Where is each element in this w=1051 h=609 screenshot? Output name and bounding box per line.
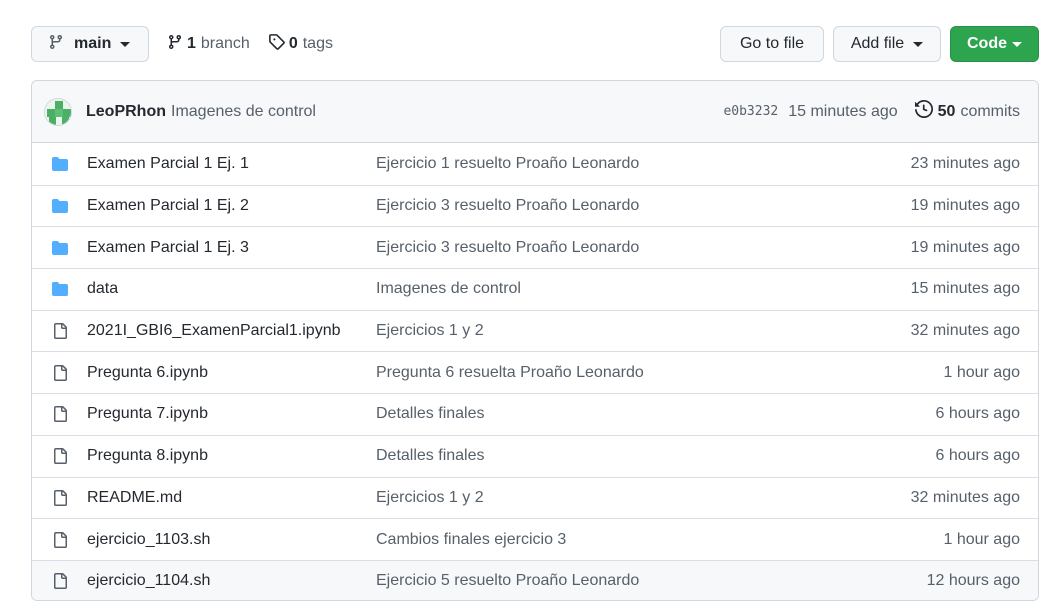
file-icon [50,405,70,423]
tags-link[interactable]: 0 tags [268,33,333,55]
file-row[interactable]: data Imagenes de control 15 minutes ago [32,268,1038,310]
file-row[interactable]: 2021I_GBI6_ExamenParcial1.ipynb Ejercicio… [32,309,1038,352]
file-icon [50,364,70,382]
file-commit-time: 19 minutes ago [910,197,1020,215]
file-row[interactable]: ejercicio_1103.sh Cambios finales ejercic… [32,518,1038,560]
repo-file-browser: main 1 branch 0 tags Go to file Add file… [0,0,1051,609]
commit-time: 15 minutes ago [788,102,898,120]
file-name-link[interactable]: Examen Parcial 1 Ej. 3 [87,239,376,257]
code-button[interactable]: Code [950,26,1039,62]
file-name-link[interactable]: Examen Parcial 1 Ej. 2 [87,197,376,215]
file-commit-message[interactable]: Pregunta 6 resuelta Proaño Leonardo [376,364,943,382]
file-commit-time: 32 minutes ago [910,322,1020,340]
chevron-down-icon [913,41,924,47]
file-name-link[interactable]: ejercicio_1103.sh [87,531,376,549]
commits-count: 50 [937,102,956,120]
file-name-link[interactable]: Examen Parcial 1 Ej. 1 [87,155,376,173]
file-icon [50,322,70,340]
latest-commit-bar: LeoPRhon Imagenes de control e0b3232 15 … [32,81,1038,143]
file-list-box: LeoPRhon Imagenes de control e0b3232 15 … [31,80,1039,601]
add-file-label: Add file [850,35,905,52]
tag-icon [268,33,285,55]
git-branch-icon [48,34,64,55]
history-icon [914,99,933,123]
file-row[interactable]: Pregunta 8.ipynb Detalles finales 6 hours … [32,434,1038,477]
repo-toolbar: main 1 branch 0 tags Go to file Add file… [31,26,1039,62]
file-row[interactable]: Examen Parcial 1 Ej. 2 Ejercicio 3 resuel… [32,184,1038,227]
file-commit-message[interactable]: Ejercicio 5 resuelto Proaño Leonardo [376,572,927,590]
go-to-file-button[interactable]: Go to file [720,26,824,62]
file-commit-time: 15 minutes ago [910,280,1020,298]
branch-select-button[interactable]: main [31,26,149,62]
avatar[interactable] [44,97,72,126]
file-commit-message[interactable]: Detalles finales [376,447,935,465]
file-commit-time: 1 hour ago [943,363,1020,381]
file-row[interactable]: Examen Parcial 1 Ej. 3 Ejercicio 3 resuel… [32,226,1038,268]
file-name-link[interactable]: Pregunta 6.ipynb [87,364,376,382]
branch-name: main [74,35,112,52]
file-icon [50,572,70,590]
code-label: Code [967,35,1007,52]
file-name-link[interactable]: Pregunta 7.ipynb [87,405,376,423]
folder-icon [50,198,70,214]
identicon-icon [45,98,71,125]
file-row[interactable]: Pregunta 6.ipynb Pregunta 6 resuelta Proa… [32,351,1038,393]
file-commit-time: 12 hours ago [926,572,1020,590]
file-row[interactable]: Pregunta 7.ipynb Detalles finales 6 hours … [32,393,1038,435]
commit-message[interactable]: Imagenes de control [171,103,316,121]
folder-icon [50,156,70,172]
branches-count: 1 [187,35,196,52]
file-icon [50,489,70,507]
chevron-down-icon [1012,41,1022,47]
file-commit-message[interactable]: Ejercicio 1 resuelto Proaño Leonardo [376,155,911,173]
commit-author[interactable]: LeoPRhon [86,103,166,121]
branches-label: branch [200,35,250,52]
git-branch-icon [167,34,183,55]
chevron-down-icon [120,41,131,47]
file-commit-time: 23 minutes ago [910,154,1020,172]
file-name-link[interactable]: data [87,280,376,298]
file-name-link[interactable]: ejercicio_1104.sh [87,572,376,590]
file-row[interactable]: Examen Parcial 1 Ej. 1 Ejercicio 1 resuel… [32,143,1038,185]
file-rows: Examen Parcial 1 Ej. 1 Ejercicio 1 resuel… [32,143,1038,600]
tags-count: 0 [288,35,298,52]
commit-sha[interactable]: e0b3232 [723,104,778,119]
file-name-link[interactable]: Pregunta 8.ipynb [87,447,376,465]
file-row[interactable]: ejercicio_1104.sh Ejercicio 5 resuelto Pr… [32,559,1038,600]
branches-link[interactable]: 1 branch [167,34,250,55]
file-commit-message[interactable]: Ejercicio 3 resuelto Proaño Leonardo [376,239,911,257]
file-commit-message[interactable]: Ejercicios 1 y 2 [376,322,911,340]
file-commit-time: 6 hours ago [935,405,1020,423]
commits-label: commits [960,102,1020,120]
add-file-button[interactable]: Add file [833,26,941,62]
file-commit-message[interactable]: Ejercicio 3 resuelto Proaño Leonardo [376,197,911,215]
file-name-link[interactable]: README.md [87,489,376,507]
folder-icon [50,240,70,256]
file-icon [50,531,70,549]
file-commit-message[interactable]: Cambios finales ejercicio 3 [376,531,943,549]
file-commit-time: 32 minutes ago [910,488,1020,506]
file-commit-message[interactable]: Ejercicios 1 y 2 [376,489,911,507]
file-row[interactable]: README.md Ejercicios 1 y 2 32 minutes ago [32,476,1038,519]
commits-history-link[interactable]: 50 commits [914,99,1020,123]
folder-icon [50,281,70,297]
file-commit-message[interactable]: Detalles finales [376,405,935,423]
file-icon [50,447,70,465]
file-commit-time: 6 hours ago [935,447,1020,465]
file-commit-time: 1 hour ago [943,530,1020,548]
file-name-link[interactable]: 2021I_GBI6_ExamenParcial1.ipynb [87,322,376,340]
tags-label: tags [302,35,333,52]
file-commit-message[interactable]: Imagenes de control [376,280,911,298]
file-commit-time: 19 minutes ago [910,238,1020,256]
